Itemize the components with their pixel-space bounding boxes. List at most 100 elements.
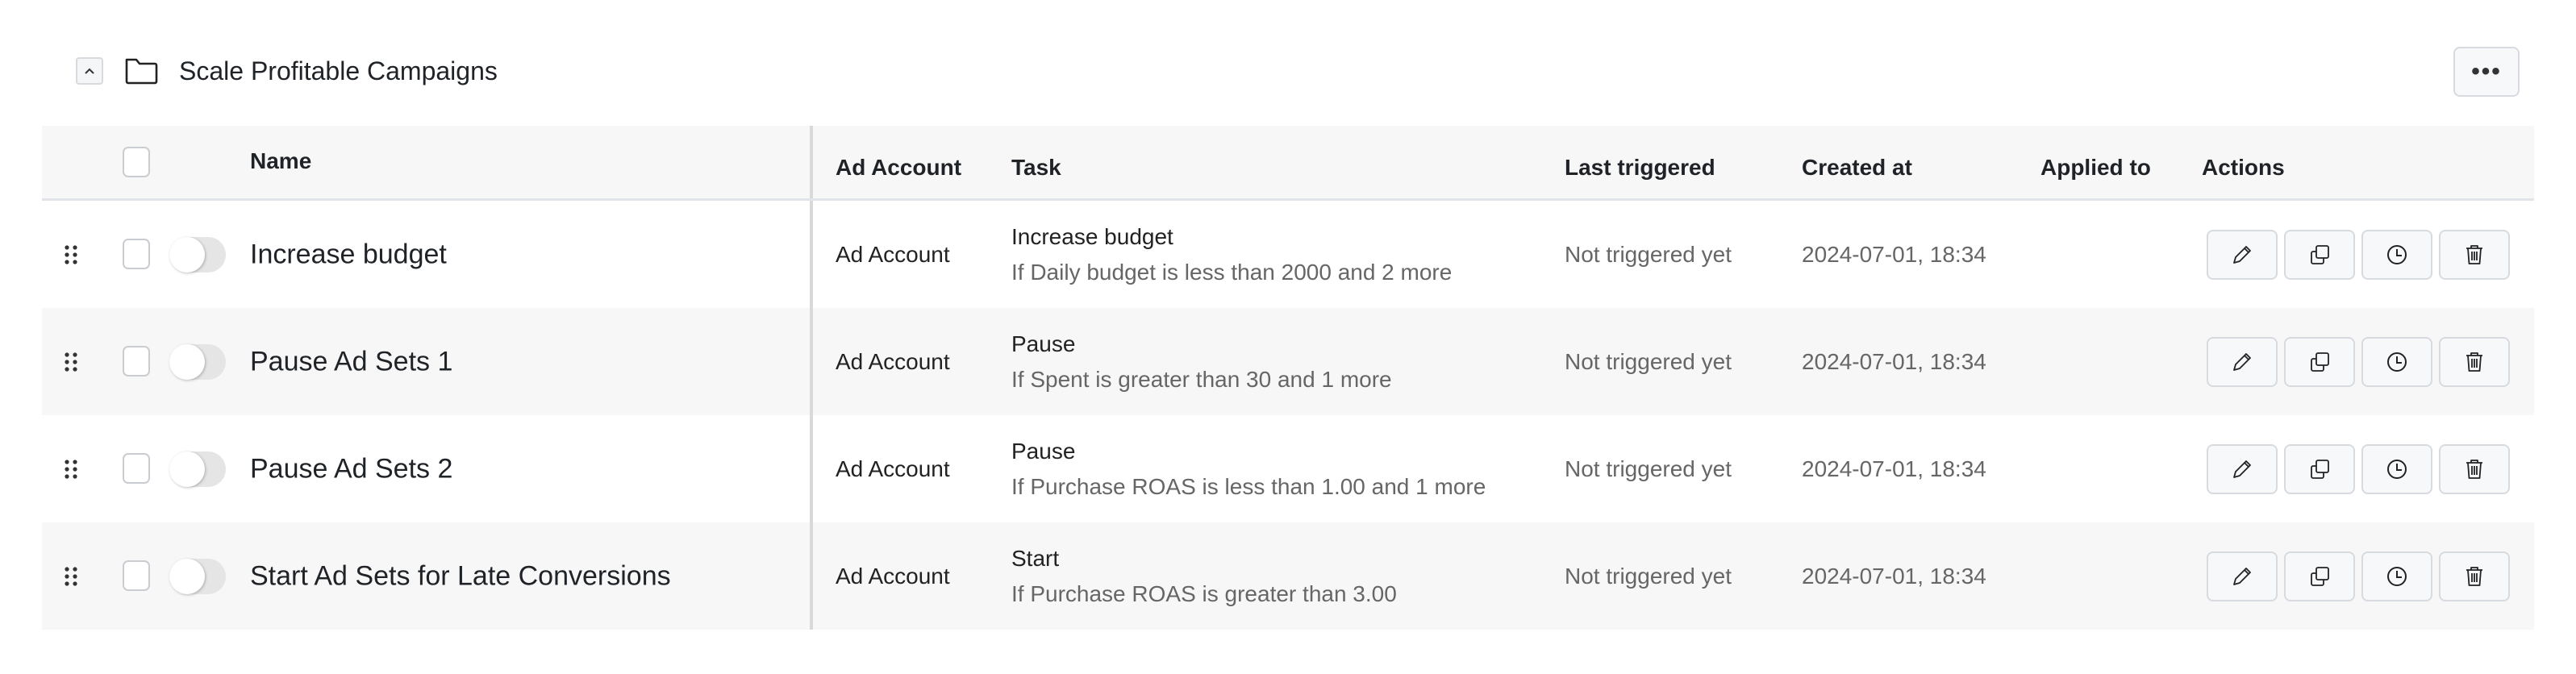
row-checkbox[interactable]	[123, 239, 150, 269]
table-row[interactable]: Increase budget Ad Account Increase budg…	[42, 201, 2534, 308]
duplicate-button[interactable]	[2284, 551, 2355, 601]
task-title: Pause	[1011, 438, 1076, 464]
task: Pause If Purchase ROAS is less than 1.00…	[1011, 434, 1486, 505]
history-button[interactable]	[2361, 551, 2432, 601]
created-at: 2024-07-01, 18:34	[1802, 241, 1986, 267]
column-divider[interactable]	[810, 201, 813, 308]
toggle-knob	[169, 558, 205, 594]
column-divider[interactable]	[810, 308, 813, 415]
header-applied-to: Applied to	[2040, 155, 2151, 180]
copy-icon	[2311, 244, 2329, 264]
ad-account: Ad Account	[836, 241, 950, 267]
enable-toggle[interactable]	[169, 558, 226, 594]
clock-icon	[2387, 459, 2407, 479]
rules-table: Name Ad Account Task Last triggered Crea…	[42, 126, 2534, 630]
trash-icon	[2466, 459, 2482, 479]
delete-button[interactable]	[2439, 229, 2510, 280]
header-created-at: Created at	[1802, 155, 1912, 180]
clock-icon	[2387, 244, 2407, 264]
history-button[interactable]	[2361, 443, 2432, 494]
drag-handle-icon[interactable]	[63, 457, 79, 481]
edit-button[interactable]	[2207, 229, 2278, 280]
ad-account: Ad Account	[836, 456, 950, 481]
delete-button[interactable]	[2439, 551, 2510, 601]
created-at: 2024-07-01, 18:34	[1802, 456, 1986, 481]
copy-icon	[2311, 566, 2329, 586]
select-all-checkbox[interactable]	[123, 147, 150, 177]
group-title: Scale Profitable Campaigns	[179, 56, 498, 85]
drag-handle-icon[interactable]	[63, 243, 79, 267]
edit-button[interactable]	[2207, 551, 2278, 601]
header-last-triggered: Last triggered	[1565, 155, 1715, 180]
task-condition: If Daily budget is less than 2000 and 2 …	[1011, 259, 1453, 285]
history-button[interactable]	[2361, 336, 2432, 387]
rule-name: Start Ad Sets for Late Conversions	[250, 560, 671, 591]
toggle-knob	[169, 451, 205, 487]
enable-toggle[interactable]	[169, 451, 226, 487]
duplicate-button[interactable]	[2284, 336, 2355, 387]
trash-icon	[2466, 566, 2482, 586]
column-divider[interactable]	[810, 415, 813, 522]
task-title: Pause	[1011, 331, 1076, 356]
pencil-icon	[2233, 245, 2251, 264]
row-actions	[2207, 443, 2510, 494]
row-checkbox[interactable]	[123, 560, 150, 591]
table-row[interactable]: Pause Ad Sets 2 Ad Account Pause If Purc…	[42, 415, 2534, 522]
row-checkbox[interactable]	[123, 346, 150, 377]
drag-handle-icon[interactable]	[63, 350, 79, 374]
row-checkbox[interactable]	[123, 453, 150, 484]
task-condition: If Purchase ROAS is less than 1.00 and 1…	[1011, 473, 1486, 499]
duplicate-button[interactable]	[2284, 443, 2355, 494]
column-divider[interactable]	[810, 126, 813, 198]
rule-name: Increase budget	[250, 239, 447, 269]
enable-toggle[interactable]	[169, 343, 226, 380]
task: Pause If Spent is greater than 30 and 1 …	[1011, 327, 1392, 397]
enable-toggle[interactable]	[169, 236, 226, 273]
trash-icon	[2466, 352, 2482, 372]
created-at: 2024-07-01, 18:34	[1802, 563, 1986, 589]
chevron-up-icon	[85, 68, 94, 74]
header-task: Task	[1011, 155, 1061, 180]
table-header: Name Ad Account Task Last triggered Crea…	[42, 126, 2534, 201]
ad-account: Ad Account	[836, 563, 950, 589]
folder-icon	[125, 58, 158, 85]
row-actions	[2207, 336, 2510, 387]
pencil-icon	[2233, 567, 2251, 585]
group-header: Scale Profitable Campaigns	[76, 47, 498, 95]
clock-icon	[2387, 566, 2407, 586]
header-ad-account: Ad Account	[836, 155, 962, 180]
row-actions	[2207, 229, 2510, 280]
drag-handle-icon[interactable]	[63, 564, 79, 589]
task-title: Start	[1011, 545, 1060, 571]
task-condition: If Purchase ROAS is greater than 3.00	[1011, 580, 1397, 606]
pencil-icon	[2233, 352, 2251, 371]
collapse-button[interactable]	[76, 57, 103, 85]
duplicate-button[interactable]	[2284, 229, 2355, 280]
column-divider[interactable]	[810, 522, 813, 630]
trash-icon	[2466, 244, 2482, 264]
toggle-knob	[169, 236, 205, 273]
created-at: 2024-07-01, 18:34	[1802, 348, 1986, 374]
rule-name: Pause Ad Sets 1	[250, 346, 453, 377]
task-title: Increase budget	[1011, 223, 1173, 249]
table-row[interactable]: Start Ad Sets for Late Conversions Ad Ac…	[42, 522, 2534, 630]
delete-button[interactable]	[2439, 443, 2510, 494]
edit-button[interactable]	[2207, 336, 2278, 387]
delete-button[interactable]	[2439, 336, 2510, 387]
copy-icon	[2311, 352, 2329, 372]
table-row[interactable]: Pause Ad Sets 1 Ad Account Pause If Spen…	[42, 308, 2534, 415]
rule-name: Pause Ad Sets 2	[250, 453, 453, 484]
last-triggered: Not triggered yet	[1565, 241, 1732, 267]
copy-icon	[2311, 459, 2329, 479]
edit-button[interactable]	[2207, 443, 2278, 494]
header-name: Name	[250, 148, 312, 173]
pencil-icon	[2233, 460, 2251, 478]
more-options-button[interactable]: •••	[2453, 47, 2520, 97]
history-button[interactable]	[2361, 229, 2432, 280]
row-actions	[2207, 551, 2510, 601]
task: Start If Purchase ROAS is greater than 3…	[1011, 541, 1397, 612]
last-triggered: Not triggered yet	[1565, 348, 1732, 374]
clock-icon	[2387, 352, 2407, 372]
last-triggered: Not triggered yet	[1565, 563, 1732, 589]
task-condition: If Spent is greater than 30 and 1 more	[1011, 366, 1392, 392]
